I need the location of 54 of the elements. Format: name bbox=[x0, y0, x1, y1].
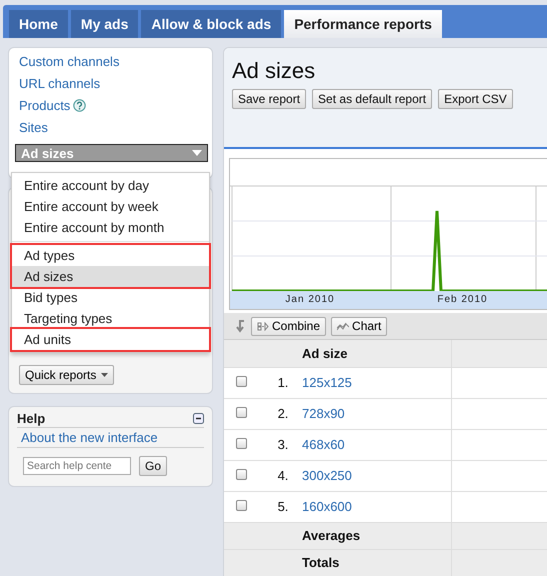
ad-size-link[interactable]: 728x90 bbox=[302, 406, 345, 421]
row-number: 5. bbox=[278, 499, 288, 514]
ad-size-link[interactable]: 468x60 bbox=[302, 437, 345, 452]
summary-label: Averages bbox=[302, 528, 360, 543]
row-checkbox[interactable] bbox=[236, 438, 247, 449]
sidebar-link[interactable]: Custom channels bbox=[19, 54, 120, 69]
report-button[interactable]: Export CSV bbox=[438, 89, 513, 109]
summary-label: Totals bbox=[302, 555, 340, 570]
row-checkbox[interactable] bbox=[236, 500, 247, 511]
help-title: Help bbox=[17, 411, 46, 426]
row-number: 3. bbox=[278, 437, 288, 452]
quick-reports-button[interactable]: Quick reports bbox=[19, 365, 114, 385]
ad-size-link[interactable]: 125x125 bbox=[302, 375, 352, 390]
collapse-icon[interactable] bbox=[193, 413, 204, 424]
ad-size-link[interactable]: 300x250 bbox=[302, 468, 352, 483]
help-icon[interactable] bbox=[73, 99, 86, 112]
chart-icon bbox=[337, 322, 350, 330]
combine-icon bbox=[257, 322, 269, 330]
arrow-icon[interactable] bbox=[236, 319, 246, 333]
toolbar-button[interactable]: Combine bbox=[251, 316, 326, 336]
menu-item[interactable]: Entire account by day bbox=[12, 175, 209, 196]
help-link[interactable]: About the new interface bbox=[17, 428, 204, 448]
menu-item[interactable]: Ad sizes bbox=[12, 266, 209, 287]
caret-icon bbox=[192, 150, 202, 156]
nav-tab[interactable]: Performance reports bbox=[284, 10, 442, 38]
row-checkbox[interactable] bbox=[236, 469, 247, 480]
axis-label: Jan 2010 bbox=[284, 293, 336, 307]
search-field[interactable]: Search help cente bbox=[23, 457, 131, 475]
nav-tab[interactable]: Home bbox=[9, 10, 68, 38]
caret-icon bbox=[101, 373, 108, 377]
axis-label: Feb 2010 bbox=[436, 293, 489, 307]
report-button[interactable]: Set as default report bbox=[312, 89, 432, 109]
report-button[interactable]: Save report bbox=[232, 89, 306, 109]
row-checkbox[interactable] bbox=[236, 407, 247, 418]
toolbar-button[interactable]: Chart bbox=[331, 316, 388, 336]
nav-tab[interactable]: My ads bbox=[70, 10, 138, 38]
nav-tab[interactable]: Allow & block ads bbox=[141, 10, 282, 38]
row-number: 2. bbox=[278, 406, 288, 421]
sidebar-link[interactable]: Products bbox=[19, 98, 70, 113]
page-title: Ad sizes bbox=[232, 58, 316, 84]
row-number: 1. bbox=[278, 375, 288, 390]
go-button[interactable]: Go bbox=[139, 456, 168, 476]
row-checkbox[interactable] bbox=[236, 376, 247, 387]
menu-item[interactable]: Targeting types bbox=[12, 308, 209, 329]
menu-item[interactable]: Entire account by week bbox=[12, 196, 209, 217]
menu-item[interactable]: Bid types bbox=[12, 287, 209, 308]
column-header: Ad size bbox=[302, 346, 348, 361]
row-number: 4. bbox=[278, 468, 288, 483]
sidebar-link[interactable]: URL channels bbox=[19, 76, 100, 91]
menu-item[interactable]: Ad types bbox=[12, 245, 209, 266]
menu-item[interactable]: Ad units bbox=[12, 329, 209, 350]
ad-size-link[interactable]: 160x600 bbox=[302, 499, 352, 514]
sidebar-link[interactable]: Sites bbox=[19, 120, 48, 135]
menu-item[interactable]: Entire account by month bbox=[12, 217, 209, 238]
